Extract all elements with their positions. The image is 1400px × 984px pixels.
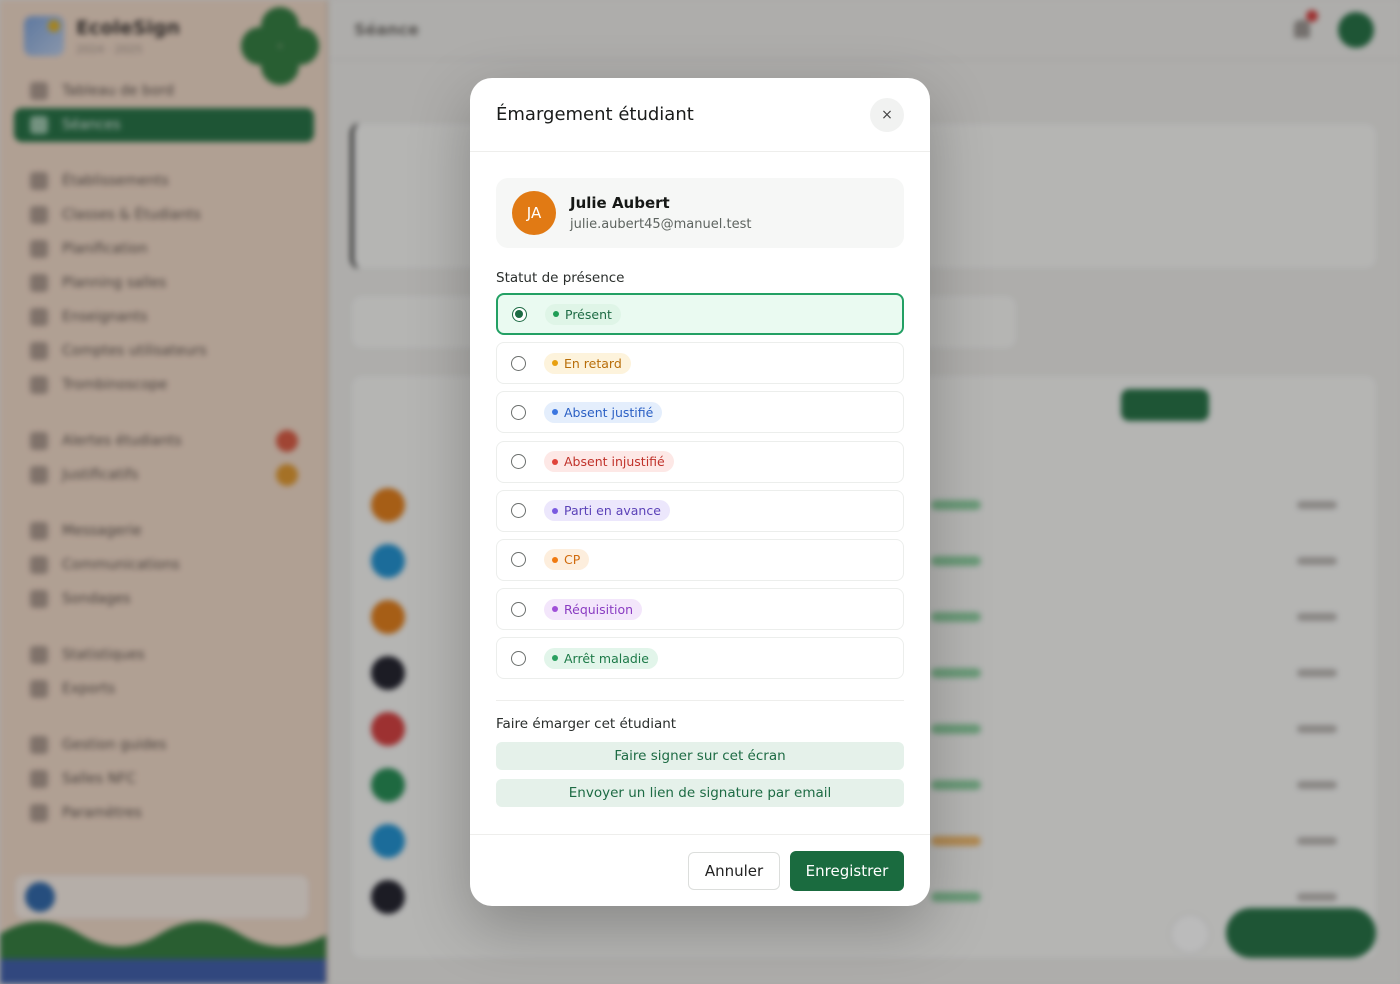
- status-option-label: Réquisition: [564, 601, 634, 617]
- status-chip: Absent justifié: [544, 401, 663, 423]
- radio-button[interactable]: [511, 650, 526, 666]
- status-option-label: Absent injustifié: [564, 454, 665, 470]
- status-option[interactable]: Parti en avance: [496, 489, 904, 532]
- cancel-button[interactable]: Annuler: [688, 852, 780, 890]
- radio-button[interactable]: [511, 552, 526, 568]
- status-dot-icon: [552, 507, 558, 514]
- radio-button[interactable]: [511, 601, 526, 617]
- status-dot-icon: [552, 556, 558, 563]
- status-option[interactable]: En retard: [496, 342, 904, 385]
- status-option[interactable]: Arrêt maladie: [496, 637, 904, 680]
- status-dot-icon: [553, 311, 559, 317]
- status-option[interactable]: CP: [496, 538, 904, 581]
- status-option-label: Parti en avance: [564, 503, 661, 519]
- sign-section-label: Faire émarger cet étudiant: [496, 716, 677, 732]
- status-dot-icon: [552, 360, 558, 367]
- status-option-label: CP: [564, 552, 581, 568]
- avatar: JA: [512, 191, 556, 235]
- save-button[interactable]: Enregistrer: [790, 851, 904, 891]
- status-option[interactable]: Réquisition: [496, 588, 904, 631]
- attendance-modal: Émargement étudiant × JA Julie Aubert ju…: [470, 78, 930, 906]
- status-option-label: En retard: [564, 355, 622, 371]
- close-button[interactable]: ×: [870, 98, 904, 132]
- radio-button[interactable]: [511, 454, 526, 470]
- radio-button[interactable]: [511, 404, 526, 420]
- status-dot-icon: [552, 409, 558, 416]
- status-dot-icon: [552, 655, 558, 662]
- radio-button[interactable]: [512, 306, 527, 322]
- radio-button[interactable]: [511, 503, 526, 519]
- sign-on-screen-button[interactable]: Faire signer sur cet écran: [496, 742, 904, 770]
- status-chip: CP: [544, 549, 590, 571]
- status-chip: Réquisition: [544, 598, 643, 620]
- modal-header: Émargement étudiant ×: [470, 78, 930, 152]
- send-signature-email-button[interactable]: Envoyer un lien de signature par email: [496, 779, 904, 807]
- radio-button[interactable]: [511, 355, 526, 371]
- close-icon: ×: [881, 107, 893, 123]
- modal-title: Émargement étudiant: [496, 104, 694, 125]
- status-option-label: Arrêt maladie: [564, 650, 649, 666]
- divider: [496, 700, 904, 701]
- status-option[interactable]: Absent injustifié: [496, 440, 904, 483]
- student-name: Julie Aubert: [570, 194, 670, 212]
- status-section-label: Statut de présence: [496, 270, 625, 286]
- status-option-label: Présent: [565, 306, 612, 322]
- modal-footer: Annuler Enregistrer: [470, 834, 930, 906]
- status-option-label: Absent justifié: [564, 404, 654, 420]
- status-chip: Arrêt maladie: [544, 647, 658, 669]
- status-chip: Présent: [545, 303, 621, 325]
- status-dot-icon: [552, 606, 558, 613]
- status-options: Présent En retard Absent justifié Absent in…: [496, 293, 904, 687]
- status-chip: Parti en avance: [544, 500, 670, 522]
- status-option[interactable]: Présent: [496, 293, 904, 335]
- status-chip: Absent injustifié: [544, 451, 674, 473]
- status-option[interactable]: Absent justifié: [496, 391, 904, 434]
- student-card: JA Julie Aubert julie.aubert45@manuel.te…: [496, 178, 904, 248]
- status-dot-icon: [552, 458, 558, 465]
- status-chip: En retard: [544, 352, 631, 374]
- student-email: julie.aubert45@manuel.test: [570, 217, 752, 232]
